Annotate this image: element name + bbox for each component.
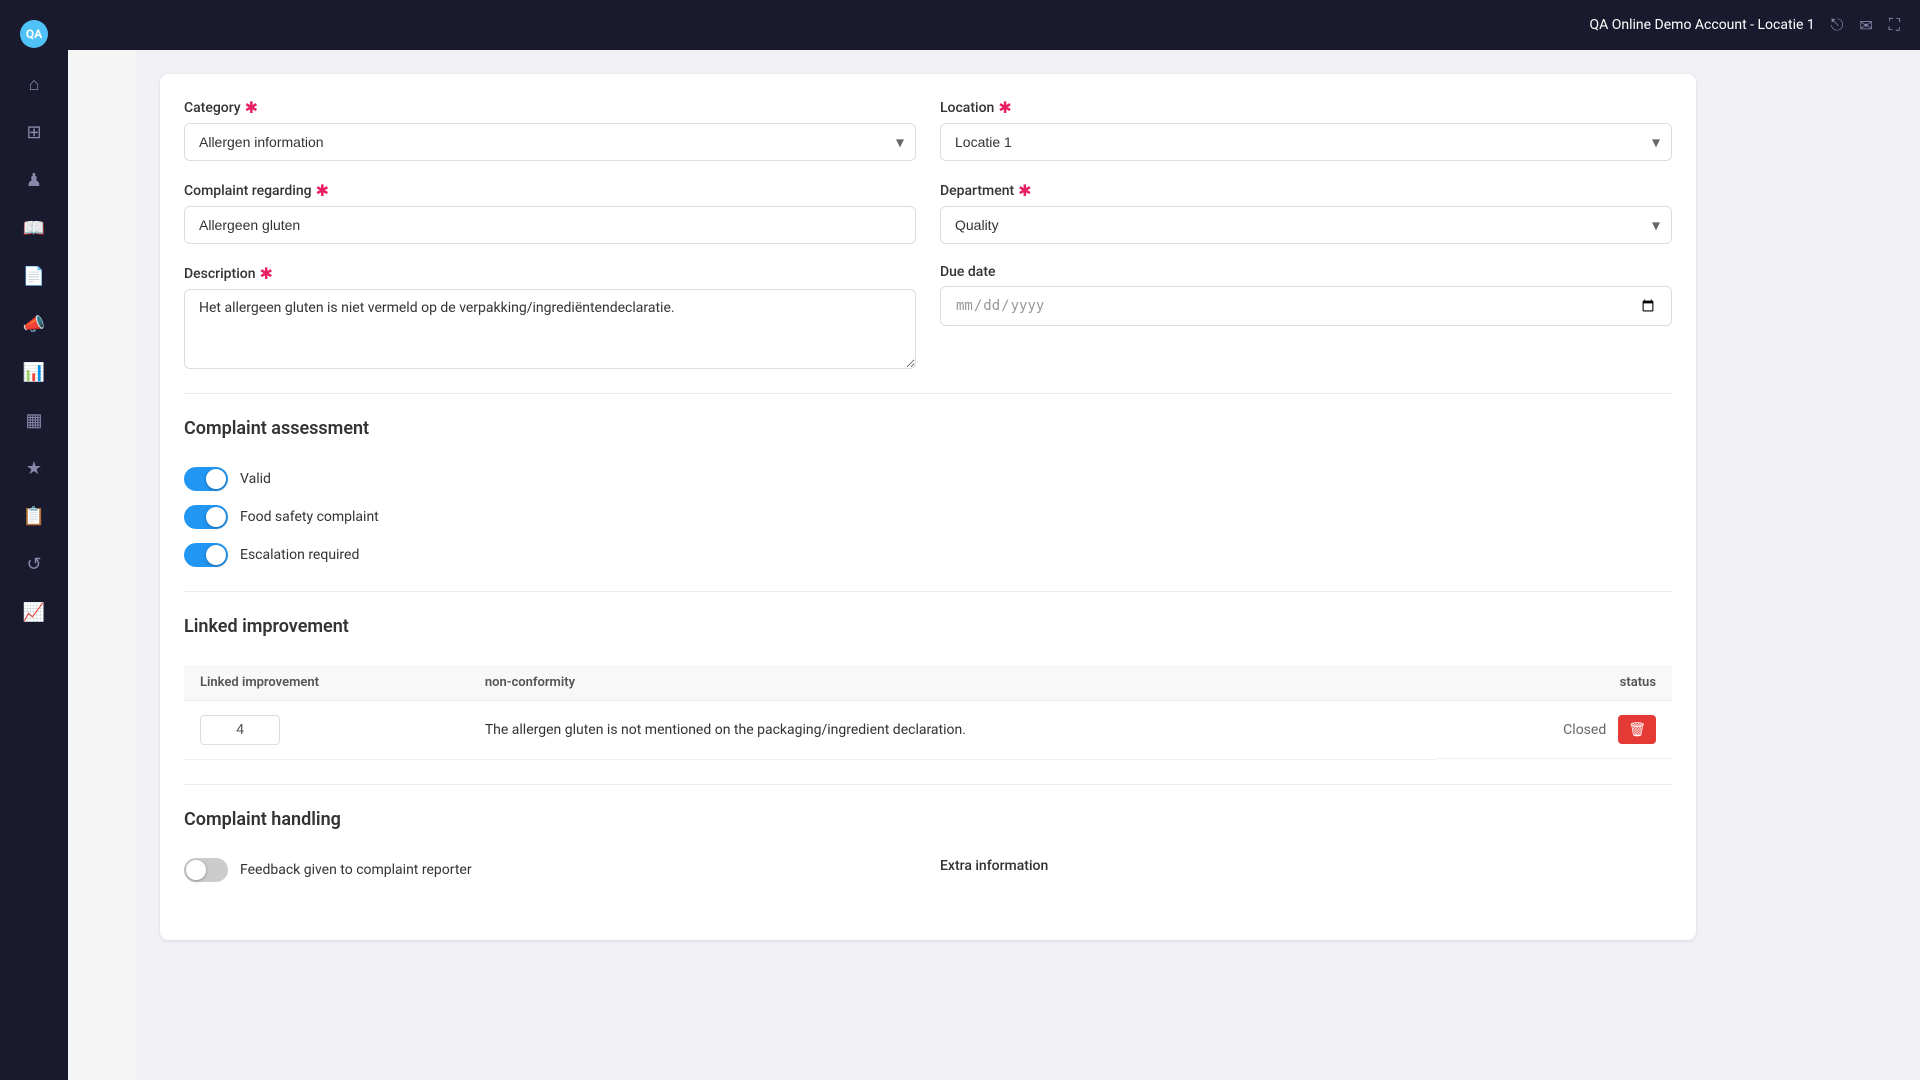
table-cell-status: Closed 🗑 (1437, 701, 1672, 759)
toggle-food-safety-slider[interactable] (184, 505, 228, 529)
location-label: Location ✱ (940, 98, 1672, 117)
sidebar-item-home[interactable]: ⌂ (14, 64, 54, 104)
location-select[interactable]: Locatie 1 (940, 123, 1672, 161)
category-required-star: ✱ (245, 98, 258, 117)
department-select[interactable]: Quality (940, 206, 1672, 244)
logout-icon[interactable]: ⎋ (1831, 15, 1844, 35)
toggle-escalation-label: Escalation required (240, 547, 359, 563)
due-date-input[interactable] (940, 286, 1672, 326)
description-textarea[interactable]: Het allergeen gluten is niet vermeld op … (184, 289, 916, 369)
status-badge: Closed (1563, 722, 1606, 738)
section-divider-1 (184, 393, 1672, 394)
main-content: Category ✱ Allergen information Location… (136, 50, 1920, 1080)
form-row-handling: Feedback given to complaint reporter Ext… (184, 858, 1672, 896)
toggle-escalation-slider[interactable] (184, 543, 228, 567)
sidebar-item-book[interactable]: 📖 (14, 208, 54, 248)
table-cell-id: 4 (184, 701, 469, 760)
mail-icon[interactable]: ✉ (1859, 16, 1872, 35)
category-select-wrapper: Allergen information (184, 123, 916, 161)
toggle-food-safety-label: Food safety complaint (240, 509, 379, 525)
sidebar: QA ⌂ ⊞ ♟ 📖 📄 📣 📊 ▦ ★ 📋 ↺ 📈 (0, 0, 68, 1080)
location-required-star: ✱ (998, 98, 1011, 117)
table-row: 4 The allergen gluten is not mentioned o… (184, 701, 1672, 760)
toggle-row-feedback: Feedback given to complaint reporter (184, 858, 916, 882)
department-required-star: ✱ (1018, 181, 1031, 200)
complaint-regarding-required-star: ✱ (316, 181, 329, 200)
table-header-row: Linked improvement non-conformity status (184, 665, 1672, 701)
complaint-assessment-title: Complaint assessment (184, 418, 1672, 447)
topbar: QA Online Demo Account - Locatie 1 ⎋ ✉ ⛶ (68, 0, 1920, 50)
complaint-regarding-input[interactable] (184, 206, 916, 244)
section-divider-2 (184, 591, 1672, 592)
complaint-handling-section: Complaint handling Feedback given to com… (184, 809, 1672, 896)
toggle-feedback-slider[interactable] (184, 858, 228, 882)
complaint-regarding-label: Complaint regarding ✱ (184, 181, 916, 200)
toggle-row-food-safety: Food safety complaint (184, 505, 1672, 529)
expand-icon[interactable]: ⛶ (1889, 15, 1900, 35)
delete-button[interactable]: 🗑 (1618, 715, 1656, 744)
location-select-wrapper: Locatie 1 (940, 123, 1672, 161)
sidebar-item-file[interactable]: 📄 (14, 256, 54, 296)
description-label: Description ✱ (184, 264, 916, 283)
table-col-status: status (1437, 665, 1672, 701)
form-group-complaint-regarding: Complaint regarding ✱ (184, 181, 916, 244)
logo-icon: QA (20, 20, 48, 48)
table-col-linked: Linked improvement (184, 665, 469, 701)
table-col-type: non-conformity (469, 665, 1437, 701)
sidebar-item-chart[interactable]: 📊 (14, 352, 54, 392)
description-required-star: ✱ (260, 264, 273, 283)
section-divider-3 (184, 784, 1672, 785)
due-date-label: Due date (940, 264, 1672, 280)
complaint-assessment-section: Complaint assessment Valid Food safety c… (184, 418, 1672, 567)
toggle-feedback-label: Feedback given to complaint reporter (240, 862, 472, 878)
complaint-handling-title: Complaint handling (184, 809, 1672, 838)
toggle-valid[interactable] (184, 467, 228, 491)
sidebar-item-person[interactable]: ♟ (14, 160, 54, 200)
form-group-extra-info: Extra information (940, 858, 1672, 896)
extra-information-label: Extra information (940, 858, 1672, 874)
toggle-food-safety[interactable] (184, 505, 228, 529)
form-group-feedback: Feedback given to complaint reporter (184, 858, 916, 896)
toggle-escalation[interactable] (184, 543, 228, 567)
form-row-complaint-department: Complaint regarding ✱ Department ✱ Quali… (184, 181, 1672, 244)
toggle-feedback[interactable] (184, 858, 228, 882)
toggle-row-valid: Valid (184, 467, 1672, 491)
form-group-category: Category ✱ Allergen information (184, 98, 916, 161)
linked-improvement-section: Linked improvement Linked improvement no… (184, 616, 1672, 760)
form-group-department: Department ✱ Quality (940, 181, 1672, 244)
toggle-valid-label: Valid (240, 471, 271, 487)
form-row-category-location: Category ✱ Allergen information Location… (184, 98, 1672, 161)
linked-improvement-table: Linked improvement non-conformity status… (184, 665, 1672, 760)
department-select-wrapper: Quality (940, 206, 1672, 244)
sidebar-item-grid[interactable]: ▦ (14, 400, 54, 440)
form-container: Category ✱ Allergen information Location… (160, 74, 1696, 940)
form-group-description: Description ✱ Het allergeen gluten is ni… (184, 264, 916, 369)
toggle-valid-slider[interactable] (184, 467, 228, 491)
topbar-account-title: QA Online Demo Account - Locatie 1 (1590, 17, 1815, 33)
form-group-location: Location ✱ Locatie 1 (940, 98, 1672, 161)
toggle-row-escalation: Escalation required (184, 543, 1672, 567)
department-label: Department ✱ (940, 181, 1672, 200)
sidebar-item-report[interactable]: 📈 (14, 592, 54, 632)
sidebar-item-star[interactable]: ★ (14, 448, 54, 488)
category-select[interactable]: Allergen information (184, 123, 916, 161)
table-cell-description: The allergen gluten is not mentioned on … (469, 701, 1437, 760)
form-row-description-duedate: Description ✱ Het allergeen gluten is ni… (184, 264, 1672, 369)
category-label: Category ✱ (184, 98, 916, 117)
sidebar-item-refresh[interactable]: ↺ (14, 544, 54, 584)
link-number: 4 (200, 715, 280, 745)
form-group-duedate: Due date (940, 264, 1672, 369)
sidebar-item-clipboard[interactable]: 📋 (14, 496, 54, 536)
logo: QA (12, 12, 56, 56)
sidebar-item-megaphone[interactable]: 📣 (14, 304, 54, 344)
sidebar-item-team[interactable]: ⊞ (14, 112, 54, 152)
linked-improvement-title: Linked improvement (184, 616, 1672, 645)
